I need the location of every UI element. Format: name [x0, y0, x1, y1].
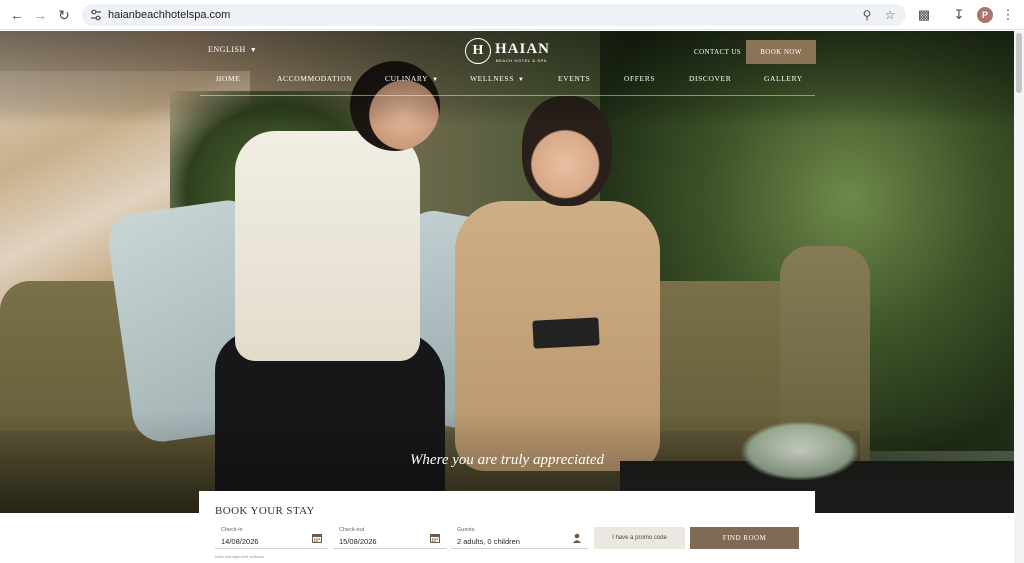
url-text[interactable]: haianbeachhotelspa.com	[108, 7, 230, 23]
hero-tagline: Where you are truly appreciated	[409, 452, 605, 468]
nav-discover[interactable]: DISCOVER	[689, 74, 731, 83]
staff-figure	[235, 131, 420, 361]
contact-us-link[interactable]: CONTACT US	[694, 48, 741, 56]
booking-footnote[interactable]: hotel management software	[215, 554, 264, 559]
guests-field[interactable]: Guests 2 adults, 0 children	[451, 527, 588, 549]
checkout-label: Check-out	[339, 527, 365, 533]
checkin-field[interactable]: Check-in 14/08/2026	[215, 527, 328, 549]
nav-offers[interactable]: OFFERS	[624, 74, 655, 83]
nav-culinary[interactable]: CULINARY ▼	[385, 74, 439, 83]
checkout-value: 15/08/2026	[339, 537, 377, 546]
site-settings-icon[interactable]	[88, 7, 104, 23]
language-label: ENGLISH	[208, 45, 246, 54]
forward-icon[interactable]: →	[31, 6, 49, 24]
checkout-field[interactable]: Check-out 15/08/2026	[333, 527, 446, 549]
nav-wellness[interactable]: WELLNESS ▼	[470, 74, 525, 83]
calendar-icon	[312, 534, 322, 543]
guests-label: Guests	[457, 527, 475, 533]
address-bar[interactable]: haianbeachhotelspa.com ⚲ ☆	[82, 4, 906, 26]
logo-mark: H	[465, 38, 491, 64]
page-scrollbar[interactable]	[1014, 31, 1024, 563]
bookmark-star-icon[interactable]: ☆	[882, 7, 898, 23]
nav-events[interactable]: EVENTS	[558, 74, 590, 83]
guests-value: 2 adults, 0 children	[457, 537, 520, 546]
nav-home[interactable]: HOME	[216, 74, 240, 83]
booking-widget: BOOK YOUR STAY Check-in 14/08/2026 Check…	[199, 491, 815, 563]
nav-gallery[interactable]: GALLERY	[764, 74, 803, 83]
logo-wordmark: HAIAN	[495, 41, 551, 57]
extensions-icon[interactable]: ▩	[915, 6, 933, 24]
nav-accommodation[interactable]: ACCOMMODATION	[277, 74, 352, 83]
browser-toolbar: ← → ↻ haianbeachhotelspa.com ⚲ ☆ ▩ ↧ P ⋮	[0, 0, 1024, 30]
chevron-down-icon: ▼	[432, 77, 439, 83]
download-icon[interactable]: ↧	[950, 6, 968, 24]
calendar-icon	[430, 534, 440, 543]
zoom-icon[interactable]: ⚲	[859, 7, 875, 23]
chevron-down-icon: ▼	[517, 77, 525, 83]
site-logo[interactable]: H HAIAN BEACH HOTEL & SPA	[465, 38, 555, 68]
back-icon[interactable]: ←	[8, 6, 26, 24]
menu-card	[532, 317, 600, 349]
logo-subtitle: BEACH HOTEL & SPA	[496, 58, 547, 63]
booking-title: BOOK YOUR STAY	[215, 505, 315, 517]
scrollbar-thumb[interactable]	[1016, 33, 1022, 93]
hero-image: ENGLISH ▼ H HAIAN BEACH HOTEL & SPA CONTA…	[0, 31, 1014, 513]
person-icon	[573, 533, 581, 543]
checkin-label: Check-in	[221, 527, 243, 533]
main-navigation: HOME ACCOMMODATION CULINARY ▼ WELLNESS ▼ E…	[200, 70, 815, 96]
avatar[interactable]: P	[977, 7, 993, 23]
book-now-button[interactable]: BOOK NOW	[746, 40, 816, 64]
chevron-down-icon: ▼	[249, 46, 258, 54]
reload-icon[interactable]: ↻	[55, 6, 73, 24]
checkin-value: 14/08/2026	[221, 537, 259, 546]
find-room-button[interactable]: FIND ROOM	[690, 527, 799, 549]
more-menu-icon[interactable]: ⋮	[999, 6, 1017, 24]
language-selector[interactable]: ENGLISH ▼	[208, 45, 257, 54]
page-viewport: ENGLISH ▼ H HAIAN BEACH HOTEL & SPA CONTA…	[0, 31, 1014, 563]
promo-code-button[interactable]: I have a promo code	[594, 527, 685, 549]
